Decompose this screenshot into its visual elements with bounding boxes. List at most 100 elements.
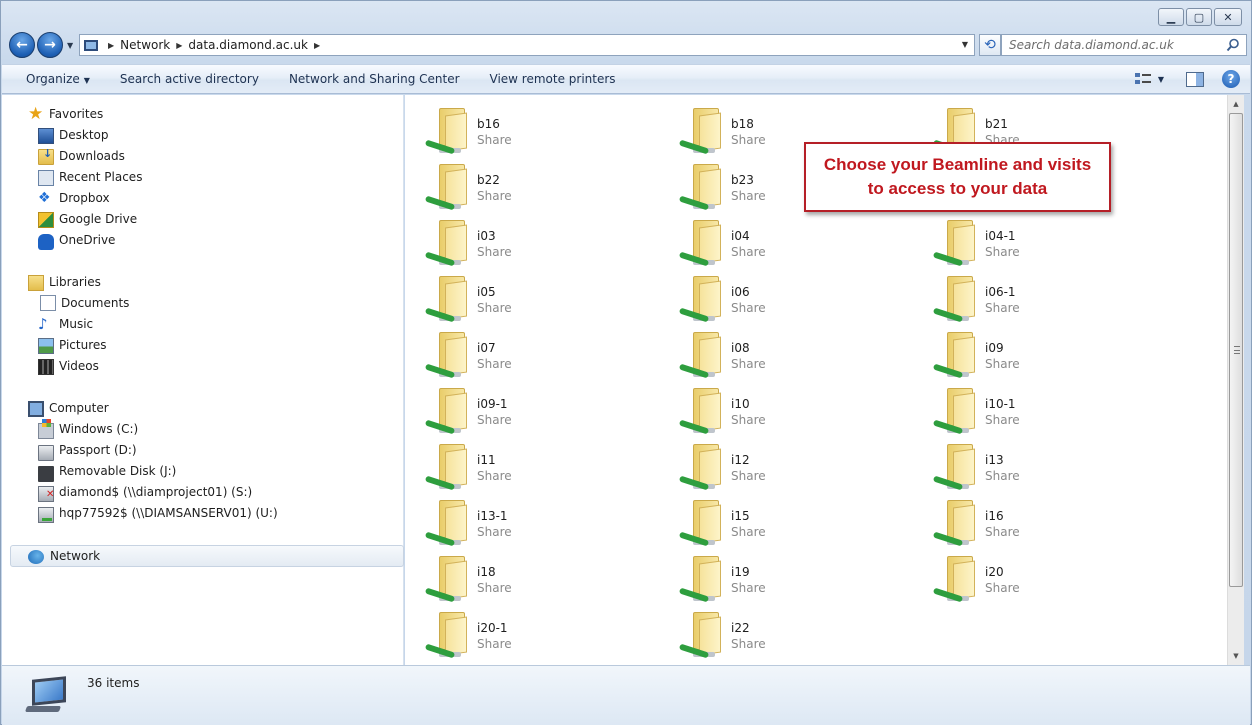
breadcrumb-host[interactable]: data.diamond.ac.uk [188,38,308,52]
chevron-right-icon[interactable]: ▶ [108,41,114,50]
change-view-icon[interactable] [1134,71,1152,87]
share-folder[interactable]: i09 Share [913,325,1133,379]
tree-label: Downloads [59,149,125,163]
tree-label: Libraries [49,275,101,289]
share-folder[interactable]: i19 Share [659,549,879,603]
share-folder[interactable]: i22 Share [659,605,879,659]
share-folder[interactable]: i04 Share [659,213,879,267]
shared-folder-icon [423,612,469,660]
share-name: i03 [477,229,496,243]
tree-item-downloads[interactable]: Downloads [38,146,125,166]
forward-button[interactable]: → [37,32,63,58]
search-box[interactable] [1001,34,1247,56]
tree-item-onedrive[interactable]: OneDrive [38,230,115,250]
share-folder[interactable]: i05 Share [405,269,625,323]
share-name: i09 [985,341,1004,355]
tree-item-videos[interactable]: Videos [38,356,99,376]
search-icon[interactable] [1226,38,1240,52]
tree-label: Desktop [59,128,109,142]
tree-item-music[interactable]: ♪ Music [38,314,93,334]
share-type: Share [731,525,766,539]
recent-places-icon [38,170,54,186]
network-globe-icon [28,549,44,564]
share-folder[interactable]: b16 Share [405,101,625,155]
share-folder[interactable]: i09-1 Share [405,381,625,435]
tree-computer[interactable]: Computer [28,398,109,418]
close-button[interactable]: ✕ [1214,8,1242,26]
tree-favorites[interactable]: ★ Favorites [28,104,103,124]
scroll-up-arrow[interactable]: ▲ [1228,96,1244,112]
share-folder[interactable]: b22 Share [405,157,625,211]
chevron-right-icon[interactable]: ▶ [314,41,320,50]
tree-item-pictures[interactable]: Pictures [38,335,107,355]
share-name: i04 [731,229,750,243]
tree-libraries[interactable]: Libraries [28,272,101,292]
network-computer-icon [24,674,72,716]
scroll-thumb[interactable] [1229,113,1243,587]
breadcrumb-network[interactable]: Network [120,38,170,52]
share-folder[interactable]: i11 Share [405,437,625,491]
share-type: Share [985,357,1020,371]
back-button[interactable]: ← [9,32,35,58]
tree-item-desktop[interactable]: Desktop [38,125,109,145]
search-active-directory-button[interactable]: Search active directory [120,72,259,86]
share-type: Share [731,301,766,315]
tree-network[interactable]: Network [10,545,404,567]
share-type: Share [985,469,1020,483]
share-folder[interactable]: i18 Share [405,549,625,603]
tree-item-google-drive[interactable]: Google Drive [38,209,137,229]
share-folder[interactable]: i12 Share [659,437,879,491]
address-dropdown[interactable]: ▼ [962,40,968,49]
help-icon[interactable]: ? [1222,70,1240,88]
tree-label: Google Drive [59,212,138,226]
share-folder[interactable]: i10 Share [659,381,879,435]
tree-label: Network [50,549,101,563]
share-folder[interactable]: i07 Share [405,325,625,379]
share-folder[interactable]: i03 Share [405,213,625,267]
share-folder[interactable]: i20 Share [913,549,1133,603]
share-name: i20 [985,565,1004,579]
callout-line-1: Choose your Beamline and visits [823,155,1092,174]
tree-item-documents[interactable]: Documents [38,293,129,313]
tree-item-diamond-s[interactable]: diamond$ (\\diamproject01) (S:) [38,482,252,502]
tree-item-hqp-u[interactable]: hqp77592$ (\\DIAMSANSERV01) (U:) [38,503,278,523]
share-type: Share [985,413,1020,427]
address-bar[interactable]: ▶ Network ▶ data.diamond.ac.uk ▶ ▼ [79,34,975,56]
recent-pages-dropdown[interactable]: ▼ [67,41,73,50]
network-sharing-center-button[interactable]: Network and Sharing Center [289,72,460,86]
tree-item-windows-c[interactable]: Windows (C:) [38,418,138,439]
share-folder[interactable]: i06 Share [659,269,879,323]
share-folder[interactable]: i08 Share [659,325,879,379]
google-drive-icon [38,211,54,228]
share-type: Share [731,469,766,483]
refresh-button[interactable]: ⟲ [979,34,1001,56]
share-folder[interactable]: i10-1 Share [913,381,1133,435]
chevron-right-icon[interactable]: ▶ [176,41,182,50]
share-folder[interactable]: i04-1 Share [913,213,1133,267]
tree-item-passport-d[interactable]: Passport (D:) [38,440,137,461]
scroll-down-arrow[interactable]: ▼ [1228,648,1244,664]
view-remote-printers-button[interactable]: View remote printers [490,72,616,86]
picture-icon [38,338,54,354]
libraries-icon [28,275,44,291]
disconnected-network-drive-icon [38,485,54,502]
vertical-scrollbar[interactable]: ▲ ▼ [1227,95,1244,665]
share-folder[interactable]: i20-1 Share [405,605,625,660]
tree-item-dropbox[interactable]: ❖ Dropbox [38,188,110,208]
search-input[interactable] [1009,38,1219,52]
organize-menu[interactable]: Organize ▼ [26,72,90,86]
removable-disk-icon [38,465,54,482]
tree-item-removable-j[interactable]: Removable Disk (J:) [38,461,176,482]
share-folder[interactable]: i16 Share [913,493,1133,547]
share-name: i18 [477,565,496,579]
share-folder[interactable]: i06-1 Share [913,269,1133,323]
preview-pane-icon[interactable] [1186,71,1204,87]
share-folder[interactable]: i13 Share [913,437,1133,491]
view-dropdown-icon[interactable]: ▼ [1158,75,1164,84]
maximize-button[interactable]: ▢ [1186,8,1212,26]
tree-item-recent-places[interactable]: Recent Places [38,167,142,187]
share-folder[interactable]: i13-1 Share [405,493,625,547]
shared-folder-icon [677,500,723,548]
share-folder[interactable]: i15 Share [659,493,879,548]
minimize-button[interactable]: ▁ [1158,8,1184,26]
